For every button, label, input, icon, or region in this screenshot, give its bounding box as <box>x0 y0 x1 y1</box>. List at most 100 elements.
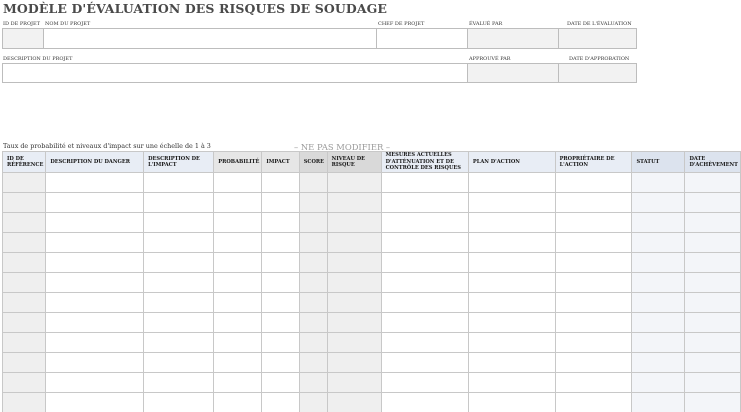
impact-description-cell[interactable] <box>143 352 215 373</box>
status-cell[interactable] <box>631 352 686 373</box>
probability-cell[interactable] <box>213 212 263 233</box>
reference-id-cell[interactable] <box>1 192 47 213</box>
completion-date-cell[interactable] <box>684 212 741 233</box>
reference-id-cell[interactable] <box>1 232 47 253</box>
reference-id-cell[interactable] <box>1 292 47 313</box>
impact-cell[interactable] <box>261 172 300 193</box>
project-id-field[interactable] <box>2 28 44 49</box>
mitigation-measures-cell[interactable] <box>380 312 469 333</box>
action-owner-cell[interactable] <box>554 392 633 412</box>
action-plan-cell[interactable] <box>467 292 556 313</box>
action-plan-cell[interactable] <box>467 392 556 412</box>
reference-id-cell[interactable] <box>1 352 47 373</box>
probability-cell[interactable] <box>213 332 263 353</box>
impact-description-cell[interactable] <box>143 172 215 193</box>
action-plan-cell[interactable] <box>467 272 556 293</box>
hazard-description-cell[interactable] <box>45 192 145 213</box>
impact-description-cell[interactable] <box>143 192 215 213</box>
mitigation-measures-cell[interactable] <box>380 372 469 393</box>
probability-cell[interactable] <box>213 292 263 313</box>
project-name-field[interactable] <box>43 28 377 49</box>
completion-date-cell[interactable] <box>684 372 741 393</box>
impact-cell[interactable] <box>261 252 300 273</box>
probability-cell[interactable] <box>213 192 263 213</box>
status-cell[interactable] <box>631 172 686 193</box>
reference-id-cell[interactable] <box>1 272 47 293</box>
impact-description-cell[interactable] <box>143 232 215 253</box>
impact-cell[interactable] <box>261 372 300 393</box>
impact-cell[interactable] <box>261 272 300 293</box>
completion-date-cell[interactable] <box>684 312 741 333</box>
hazard-description-cell[interactable] <box>45 292 145 313</box>
status-cell[interactable] <box>631 192 686 213</box>
completion-date-cell[interactable] <box>684 192 741 213</box>
completion-date-cell[interactable] <box>684 272 741 293</box>
impact-description-cell[interactable] <box>143 372 215 393</box>
impact-description-cell[interactable] <box>143 312 215 333</box>
hazard-description-cell[interactable] <box>45 252 145 273</box>
hazard-description-cell[interactable] <box>45 212 145 233</box>
reference-id-cell[interactable] <box>1 312 47 333</box>
approval-date-field[interactable] <box>558 63 637 83</box>
action-owner-cell[interactable] <box>554 352 633 373</box>
action-owner-cell[interactable] <box>554 332 633 353</box>
hazard-description-cell[interactable] <box>45 332 145 353</box>
reference-id-cell[interactable] <box>1 372 47 393</box>
mitigation-measures-cell[interactable] <box>380 352 469 373</box>
impact-description-cell[interactable] <box>143 252 215 273</box>
mitigation-measures-cell[interactable] <box>380 332 469 353</box>
status-cell[interactable] <box>631 252 686 273</box>
reference-id-cell[interactable] <box>1 252 47 273</box>
status-cell[interactable] <box>631 392 686 412</box>
impact-description-cell[interactable] <box>143 272 215 293</box>
completion-date-cell[interactable] <box>684 172 741 193</box>
hazard-description-cell[interactable] <box>45 172 145 193</box>
status-cell[interactable] <box>631 332 686 353</box>
project-manager-field[interactable] <box>376 28 468 49</box>
action-owner-cell[interactable] <box>554 312 633 333</box>
mitigation-measures-cell[interactable] <box>380 292 469 313</box>
action-plan-cell[interactable] <box>467 252 556 273</box>
completion-date-cell[interactable] <box>684 232 741 253</box>
impact-cell[interactable] <box>261 392 300 412</box>
action-owner-cell[interactable] <box>554 372 633 393</box>
evaluated-by-field[interactable] <box>467 28 559 49</box>
action-owner-cell[interactable] <box>554 252 633 273</box>
impact-description-cell[interactable] <box>143 392 215 412</box>
action-plan-cell[interactable] <box>467 332 556 353</box>
reference-id-cell[interactable] <box>1 212 47 233</box>
impact-cell[interactable] <box>261 212 300 233</box>
completion-date-cell[interactable] <box>684 392 741 412</box>
status-cell[interactable] <box>631 312 686 333</box>
reference-id-cell[interactable] <box>1 332 47 353</box>
mitigation-measures-cell[interactable] <box>380 172 469 193</box>
mitigation-measures-cell[interactable] <box>380 232 469 253</box>
action-plan-cell[interactable] <box>467 212 556 233</box>
hazard-description-cell[interactable] <box>45 352 145 373</box>
completion-date-cell[interactable] <box>684 352 741 373</box>
status-cell[interactable] <box>631 292 686 313</box>
completion-date-cell[interactable] <box>684 252 741 273</box>
action-owner-cell[interactable] <box>554 212 633 233</box>
probability-cell[interactable] <box>213 372 263 393</box>
probability-cell[interactable] <box>213 352 263 373</box>
impact-description-cell[interactable] <box>143 332 215 353</box>
hazard-description-cell[interactable] <box>45 232 145 253</box>
evaluation-date-field[interactable] <box>558 28 637 49</box>
action-plan-cell[interactable] <box>467 372 556 393</box>
impact-description-cell[interactable] <box>143 212 215 233</box>
action-plan-cell[interactable] <box>467 352 556 373</box>
completion-date-cell[interactable] <box>684 292 741 313</box>
probability-cell[interactable] <box>213 252 263 273</box>
impact-cell[interactable] <box>261 292 300 313</box>
hazard-description-cell[interactable] <box>45 392 145 412</box>
probability-cell[interactable] <box>213 392 263 412</box>
hazard-description-cell[interactable] <box>45 272 145 293</box>
mitigation-measures-cell[interactable] <box>380 192 469 213</box>
action-plan-cell[interactable] <box>467 192 556 213</box>
impact-cell[interactable] <box>261 352 300 373</box>
reference-id-cell[interactable] <box>1 172 47 193</box>
completion-date-cell[interactable] <box>684 332 741 353</box>
action-plan-cell[interactable] <box>467 232 556 253</box>
project-description-field[interactable] <box>2 63 469 83</box>
